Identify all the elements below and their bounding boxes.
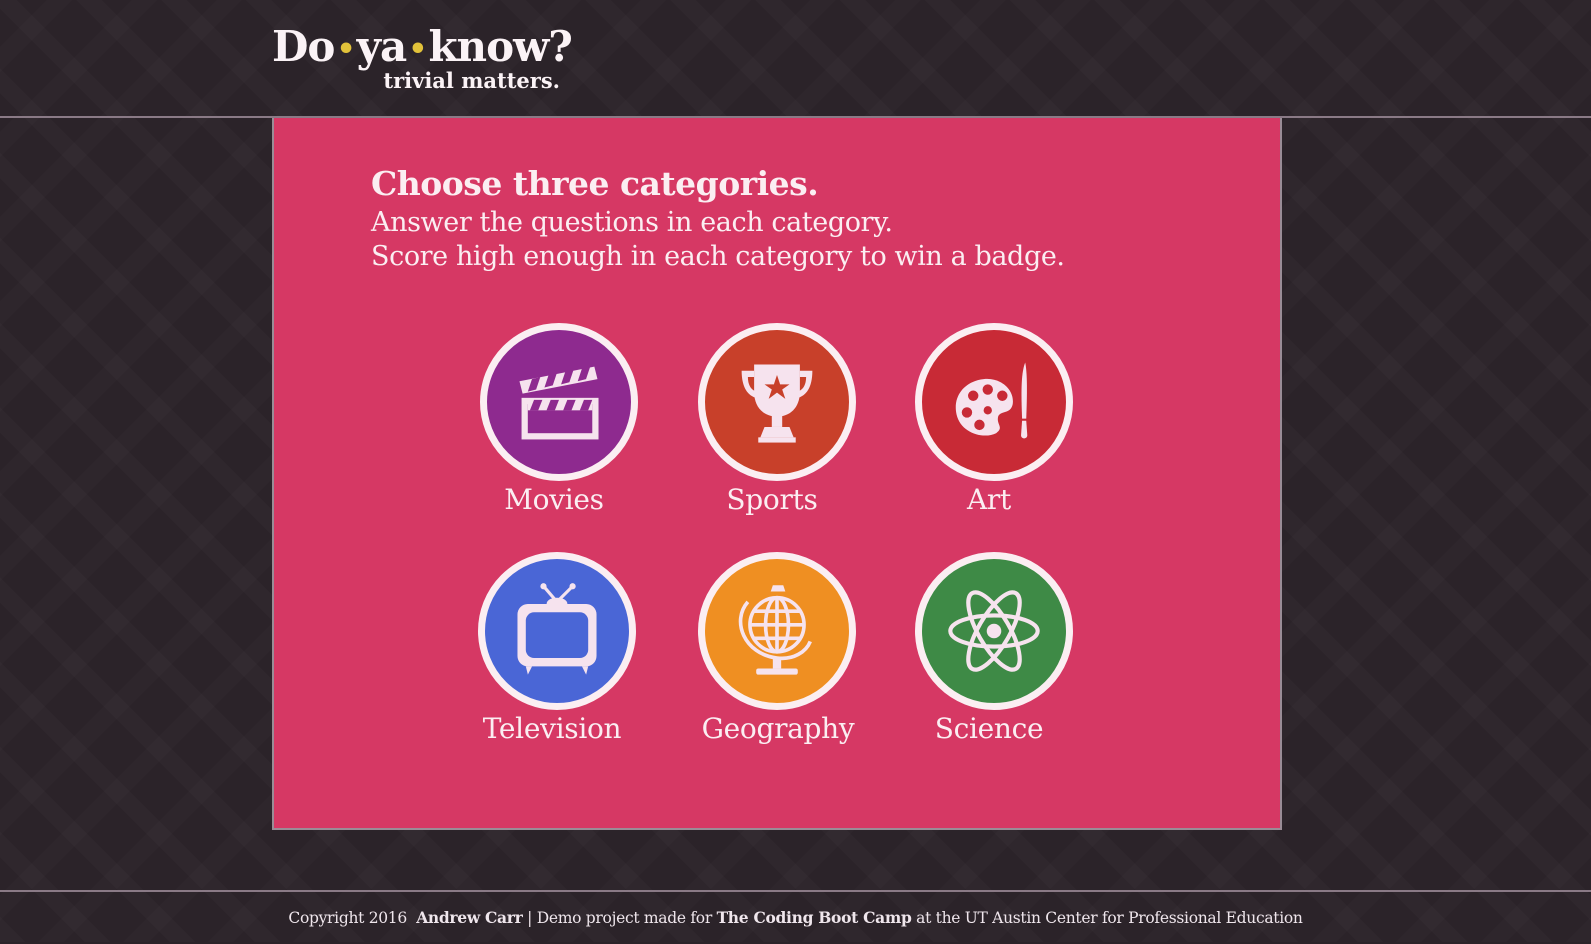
category-science[interactable]: Science <box>889 552 1089 752</box>
footer-institution: at the UT Austin Center for Professional… <box>916 909 1303 927</box>
logo-tagline: trivial matters. <box>383 68 560 93</box>
category-movies[interactable]: Movies <box>454 323 654 523</box>
intro-heading: Choose three categories. <box>371 164 819 203</box>
footer-demo: Demo project made for <box>536 909 712 927</box>
logo-word-ya: ya <box>356 22 408 71</box>
trophy-icon <box>741 364 813 443</box>
palette-icon <box>955 362 1028 439</box>
category-television[interactable]: Television <box>452 552 652 752</box>
site-header: Do•ya•know? trivial matters. <box>0 0 1591 118</box>
footer-separator: | <box>527 909 533 927</box>
atom-icon <box>948 590 1040 672</box>
logo-word-do: Do <box>272 22 335 71</box>
site-footer: Copyright 2016 Andrew Carr | Demo projec… <box>0 890 1591 944</box>
category-science-badge <box>915 552 1073 710</box>
category-television-label: Television <box>482 712 622 745</box>
category-geography[interactable]: Geography <box>672 552 872 752</box>
intro-line-2: Score high enough in each category to wi… <box>371 241 1065 272</box>
footer-author[interactable]: Andrew Carr <box>416 908 523 927</box>
globe-icon <box>738 585 812 675</box>
category-geography-label: Geography <box>701 712 855 745</box>
logo-dot: • <box>408 32 427 67</box>
intro-text: Choose three categories. Answer the ques… <box>371 162 1065 274</box>
category-panel: Choose three categories. Answer the ques… <box>272 118 1282 830</box>
footer-text: Copyright 2016 Andrew Carr | Demo projec… <box>0 908 1591 927</box>
category-movies-label: Movies <box>504 483 604 516</box>
category-movies-badge <box>480 323 638 481</box>
category-art-label: Art <box>967 483 1011 516</box>
category-art-badge <box>915 323 1073 481</box>
category-television-badge <box>478 552 636 710</box>
category-sports[interactable]: Sports <box>672 323 872 523</box>
clapperboard-icon <box>519 366 599 440</box>
category-geography-badge <box>698 552 856 710</box>
footer-bootcamp-link[interactable]: The Coding Boot Camp <box>717 908 912 927</box>
logo-word-know: know? <box>428 22 572 71</box>
category-art[interactable]: Art <box>889 323 1089 523</box>
category-sports-badge <box>698 323 856 481</box>
logo-dot: • <box>336 32 355 67</box>
tv-icon <box>517 583 597 675</box>
footer-copyright: Copyright 2016 <box>288 909 407 927</box>
category-sports-label: Sports <box>726 483 818 516</box>
site-logo[interactable]: Do•ya•know? trivial matters. <box>272 22 573 102</box>
category-science-label: Science <box>934 712 1044 745</box>
intro-line-1: Answer the questions in each category. <box>371 207 893 238</box>
